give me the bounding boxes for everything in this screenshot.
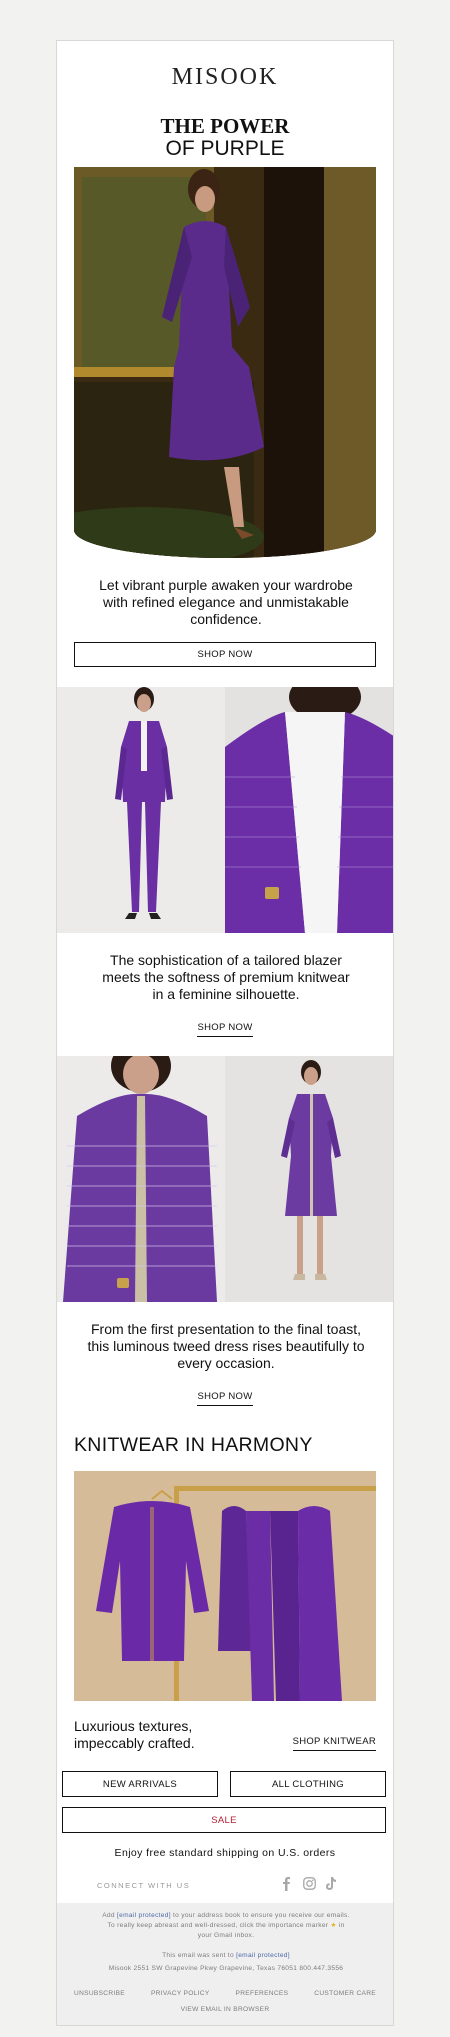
new-arrivals-button[interactable]: NEW ARRIVALS [62, 1771, 218, 1797]
importance-marker-icon: ★ [330, 1922, 337, 1929]
section2-shop-now-link[interactable]: SHOP NOW [197, 1022, 253, 1037]
sale-button[interactable]: SALE [62, 1807, 386, 1833]
footer-sent-email-link[interactable]: [email protected] [236, 1952, 290, 1959]
tweed-dress-full-photo[interactable] [225, 1056, 393, 1302]
knitwear-rack-photo[interactable] [74, 1471, 376, 1701]
shop-knitwear-link[interactable]: SHOP KNITWEAR [292, 1736, 376, 1751]
instagram-icon[interactable] [303, 1877, 317, 1891]
blazer-detail-photo[interactable] [225, 687, 393, 933]
brand-logo[interactable]: MISOOK [57, 64, 393, 91]
intro-text: Let vibrant purple awaken your wardrobe … [99, 577, 353, 627]
knitwear-title: KNITWEAR IN HARMONY [74, 1434, 313, 1456]
facebook-icon[interactable] [281, 1877, 297, 1891]
view-in-browser-link[interactable]: VIEW EMAIL IN BROWSER [57, 2005, 393, 2015]
shipping-text: Enjoy free standard shipping on U.S. ord… [114, 1847, 336, 1859]
footer-sent-to: This email was sent to [email protected] [67, 1951, 385, 1961]
tweed-dress-detail-photo[interactable] [57, 1056, 225, 1302]
knitwear-shop-wrap: SHOP KNITWEAR [292, 1731, 376, 1751]
knitwear-caption: Luxurious textures, impeccably crafted. [74, 1718, 195, 1751]
email-card: MISOOK THE POWER OF PURPLE Let vibrant p… [56, 40, 394, 2026]
section3-text: From the first presentation to the final… [87, 1321, 365, 1371]
blazer-full-photo[interactable] [57, 687, 225, 933]
section2-text: The sophistication of a tailored blazer … [102, 952, 350, 1002]
all-clothing-button[interactable]: ALL CLOTHING [230, 1771, 386, 1797]
section3-shop-now-wrap: SHOP NOW [57, 1386, 393, 1406]
intro-shop-now-button[interactable]: SHOP NOW [74, 642, 376, 667]
tiktok-icon[interactable] [325, 1877, 339, 1891]
footer-links: UNSUBSCRIBE PRIVACY POLICY PREFERENCES C… [57, 1989, 393, 1999]
footer-line1-email-link[interactable]: [email protected] [117, 1912, 171, 1919]
privacy-policy-link[interactable]: PRIVACY POLICY [151, 1989, 210, 1999]
unsubscribe-link[interactable]: UNSUBSCRIBE [74, 1989, 125, 1999]
hero-headline-line2: OF PURPLE [165, 137, 285, 160]
footer-line2-end: in [338, 1922, 345, 1929]
footer-line1-prefix: Add [102, 1912, 115, 1919]
footer-line2: To really keep abreast and well-dressed,… [107, 1922, 329, 1929]
footer-company-address: Misook 2551 SW Grapevine Pkwy Grapevine,… [108, 1965, 344, 1972]
footer-sent-prefix: This email was sent to [162, 1952, 234, 1959]
footer-address-book-note: Add [email protected] to your address bo… [67, 1911, 385, 1941]
footer-line3: your Gmail inbox. [197, 1932, 255, 1939]
hero-headline-line1: THE POWER [160, 114, 290, 138]
footer-line1-suffix: to your address book to ensure you recei… [173, 1912, 350, 1919]
section2-shop-now-wrap: SHOP NOW [57, 1017, 393, 1037]
customer-care-link[interactable]: CUSTOMER CARE [314, 1989, 376, 1999]
hero-image[interactable] [74, 167, 376, 558]
connect-with-us-label: CONNECT WITH US [97, 1881, 191, 1890]
preferences-link[interactable]: PREFERENCES [236, 1989, 289, 1999]
section3-shop-now-link[interactable]: SHOP NOW [197, 1391, 253, 1406]
